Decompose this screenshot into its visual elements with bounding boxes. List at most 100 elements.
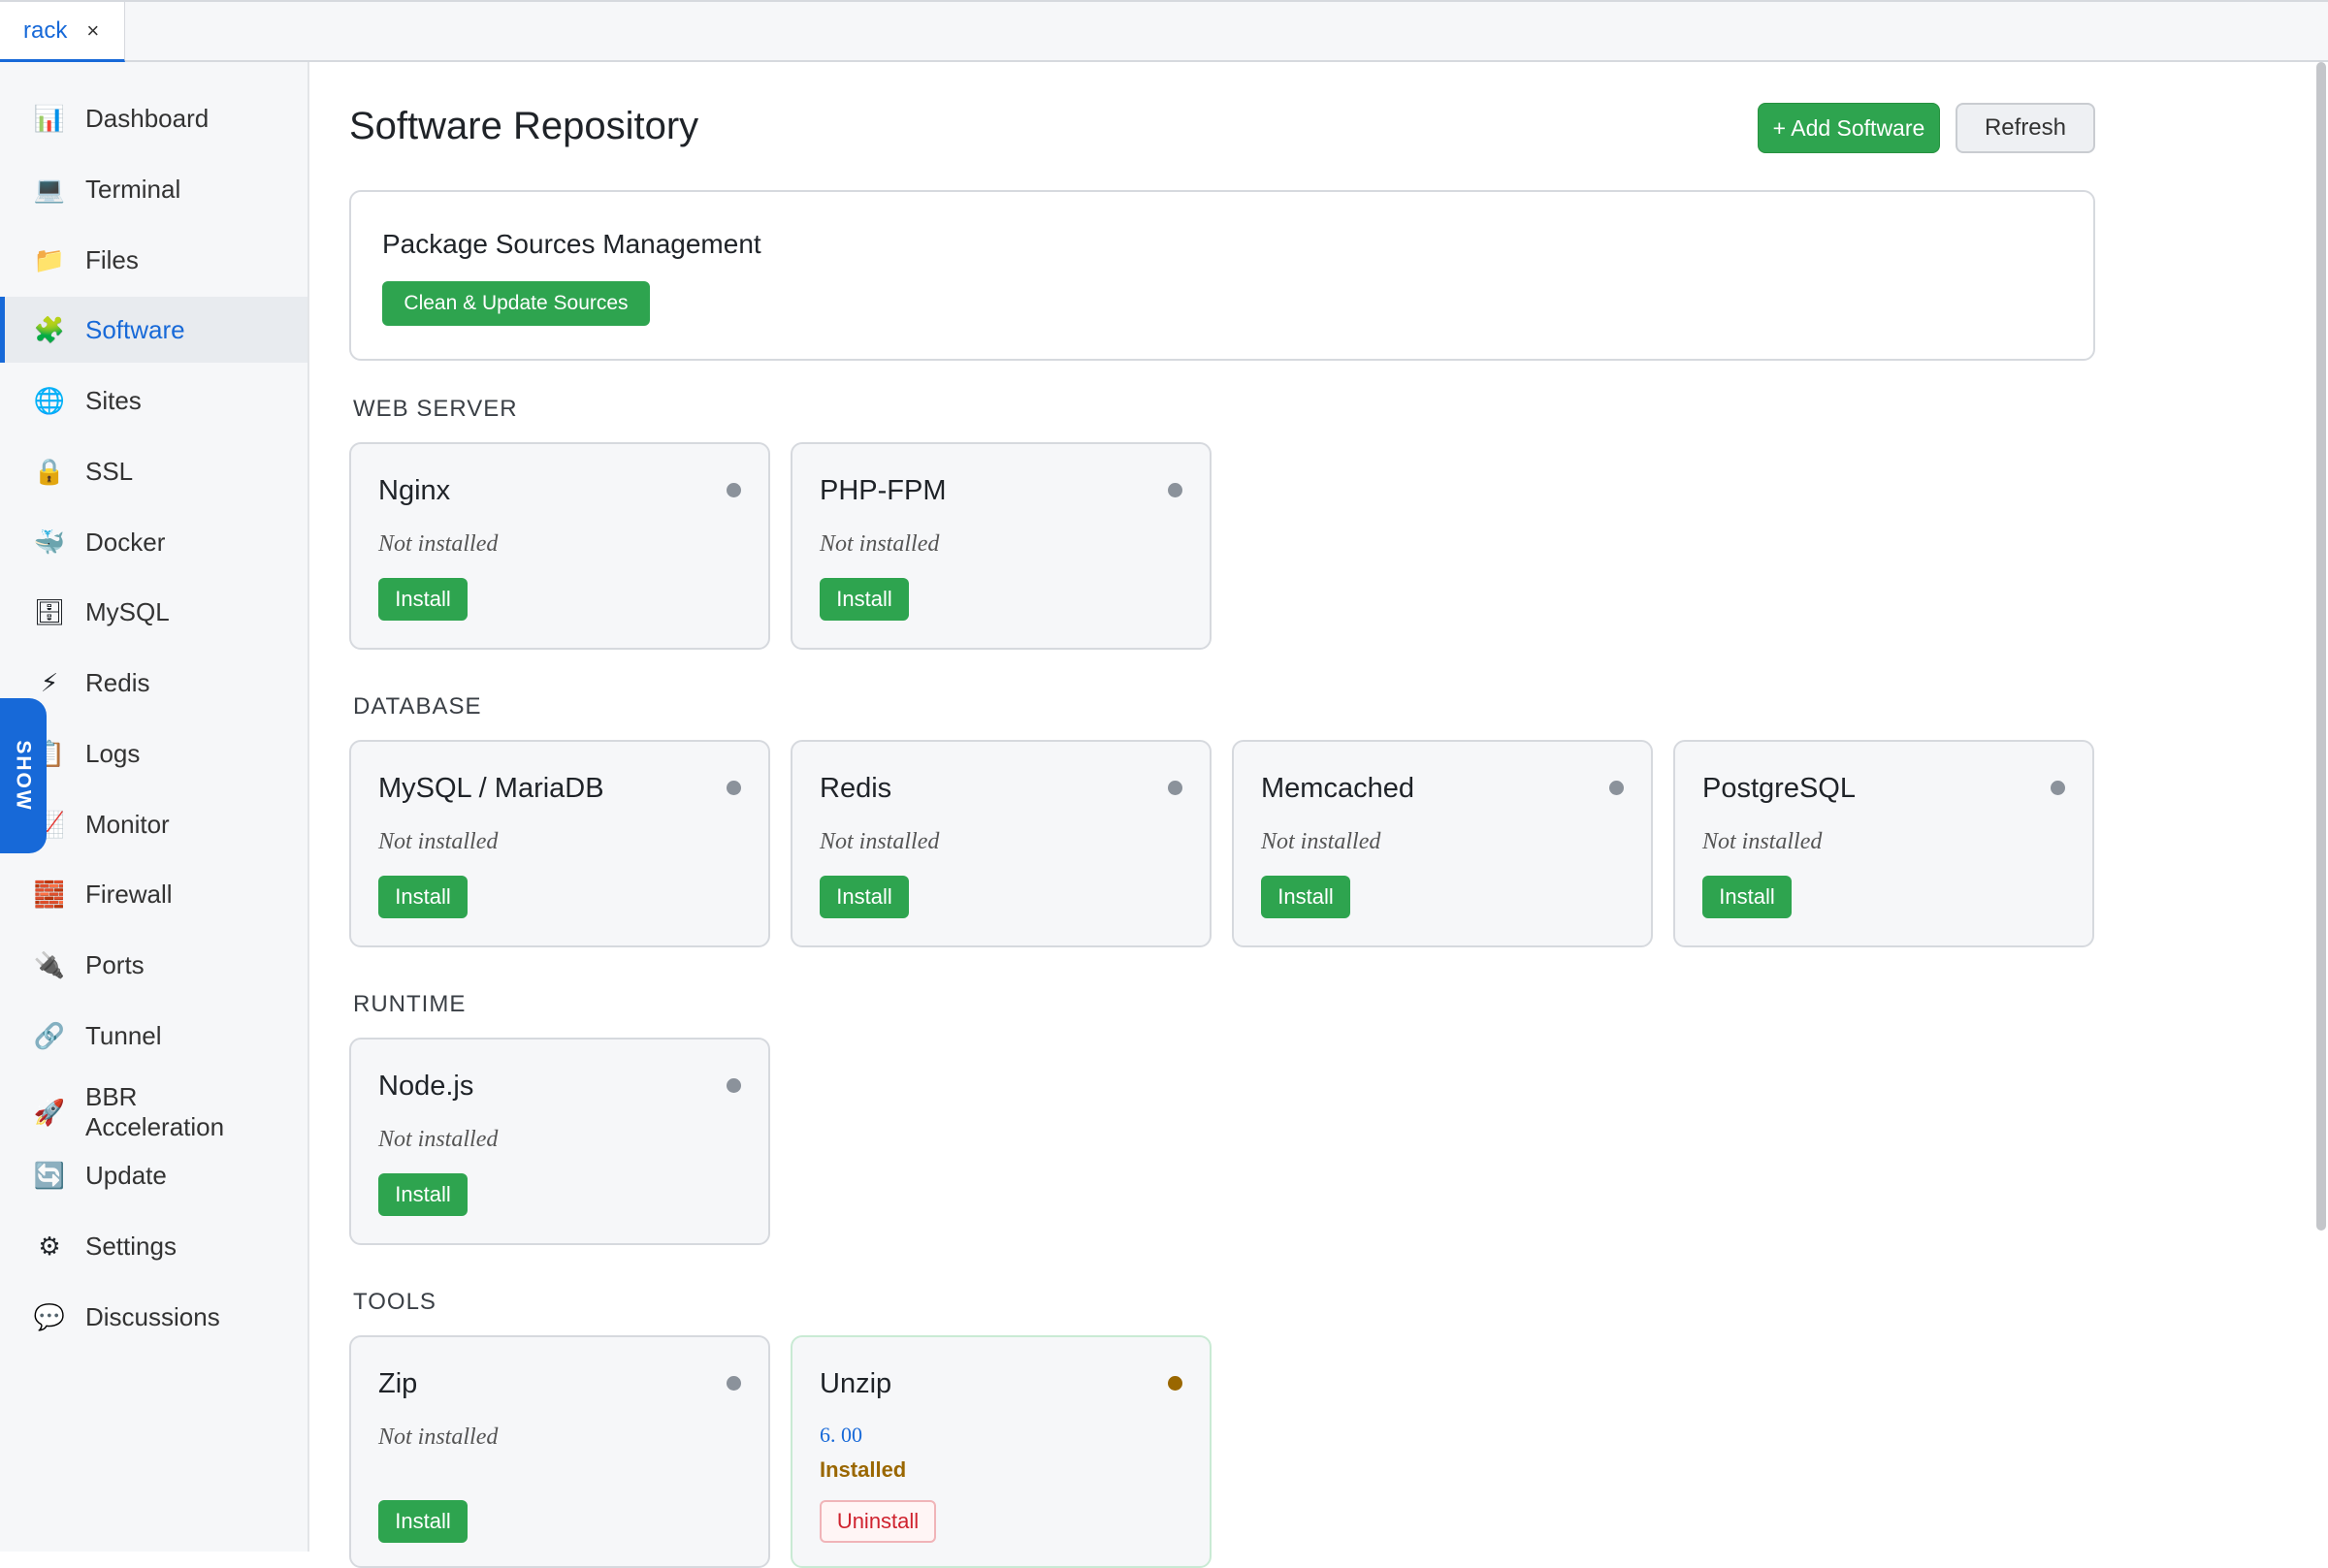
software-card-nodejs: Node.js Not installed Install (349, 1038, 770, 1245)
status-dot (727, 1376, 741, 1391)
status-dot (727, 483, 741, 497)
software-name: Zip (378, 1368, 418, 1399)
show-label: SHOW (13, 740, 36, 812)
sidebar-item-label: Files (85, 244, 139, 274)
tab-bar: rack × (0, 0, 2328, 62)
tab-label: rack (23, 16, 68, 44)
software-card-zip: Zip Not installed Install (349, 1335, 770, 1568)
sidebar-item-label: Logs (85, 738, 141, 768)
main-content: Software Repository + Add Software Refre… (310, 62, 2312, 1568)
sidebar-item-label: Update (85, 1160, 167, 1190)
software-card-unzip: Unzip 6. 00 Installed Uninstall (791, 1335, 1212, 1568)
package-sources-card: Package Sources Management Clean & Updat… (349, 190, 2095, 361)
software-card-memcached: Memcached Not installed Install (1232, 740, 1653, 947)
sidebar-item-mysql[interactable]: 🗄 MySQL (0, 579, 307, 645)
page-title: Software Repository (349, 105, 699, 147)
section-title-web-server: WEB SERVER (353, 396, 518, 422)
software-card-php-fpm: PHP-FPM Not installed Install (791, 442, 1212, 650)
lightning-icon: ⚡ (40, 667, 59, 697)
clean-update-sources-button[interactable]: Clean & Update Sources (382, 281, 650, 326)
install-status: Not installed (820, 829, 940, 854)
sidebar-item-label: Terminal (85, 174, 181, 204)
sidebar-item-discussions[interactable]: 💬 Discussions (0, 1284, 307, 1350)
scrollbar-thumb[interactable] (2316, 62, 2326, 1231)
sidebar-item-sites[interactable]: 🌐 Sites (0, 368, 307, 433)
sidebar-item-settings[interactable]: ⚙ Settings (0, 1213, 307, 1279)
tab-rack[interactable]: rack × (0, 2, 125, 62)
sidebar-item-label: MySQL (85, 596, 170, 626)
sidebar-item-files[interactable]: 📁 Files (0, 227, 307, 293)
computer-icon: 💻 (33, 174, 66, 204)
sidebar-item-label: Dashboard (85, 103, 210, 133)
sidebar-item-label: Settings (85, 1231, 177, 1261)
bar-chart-icon: 📊 (33, 103, 66, 133)
folder-icon: 📁 (33, 244, 66, 274)
sidebar-item-tunnel[interactable]: 🔗 Tunnel (0, 1003, 307, 1069)
sidebar-item-software[interactable]: 🧩 Software (0, 297, 307, 363)
sidebar-item-ports[interactable]: 🔌 Ports (0, 932, 307, 998)
install-button[interactable]: Install (820, 578, 909, 621)
software-name: Memcached (1261, 773, 1414, 804)
install-button[interactable]: Install (378, 578, 468, 621)
install-status: Not installed (378, 1424, 499, 1450)
sidebar-item-label: Firewall (85, 879, 173, 909)
sources-title: Package Sources Management (382, 229, 761, 259)
refresh-button[interactable]: Refresh (1956, 103, 2095, 153)
add-software-button[interactable]: + Add Software (1758, 103, 1940, 153)
version-text: 6. 00 (820, 1423, 862, 1447)
install-status: Not installed (820, 531, 940, 557)
status-dot (2051, 781, 2065, 795)
install-status: Not installed (1702, 829, 1823, 854)
sidebar-item-ssl[interactable]: 🔒 SSL (0, 438, 307, 504)
software-name: MySQL / MariaDB (378, 773, 604, 804)
software-name: PHP-FPM (820, 475, 947, 506)
status-dot (1168, 781, 1182, 795)
software-name: Unzip (820, 1368, 892, 1399)
sidebar-item-redis[interactable]: ⚡ Redis (0, 650, 307, 716)
sidebar-item-label: Monitor (85, 809, 170, 839)
status-dot (1168, 483, 1182, 497)
status-dot (1168, 1376, 1182, 1391)
install-button[interactable]: Install (1261, 876, 1350, 918)
globe-icon: 🌐 (33, 385, 66, 415)
software-card-postgresql: PostgreSQL Not installed Install (1673, 740, 2094, 947)
sidebar-item-label: Discussions (85, 1301, 220, 1331)
sidebar-item-docker[interactable]: 🐳 Docker (0, 509, 307, 575)
software-name: Redis (820, 773, 892, 804)
section-title-database: DATABASE (353, 693, 482, 720)
brick-icon: 🧱 (33, 879, 66, 909)
sidebar-item-label: Sites (85, 385, 142, 415)
install-button[interactable]: Install (820, 876, 909, 918)
sidebar-item-label: SSL (85, 456, 134, 486)
plug-icon: 🔌 (33, 949, 66, 979)
status-dot (1609, 781, 1624, 795)
sidebar-item-label: BBR Acceleration (85, 1082, 225, 1141)
close-icon[interactable]: × (86, 18, 99, 44)
sidebar-item-firewall[interactable]: 🧱 Firewall (0, 861, 307, 927)
lock-icon: 🔒 (33, 456, 66, 486)
sidebar-item-label: Docker (85, 527, 166, 557)
puzzle-icon: 🧩 (33, 314, 66, 344)
status-dot (727, 1078, 741, 1093)
install-button[interactable]: Install (378, 1500, 468, 1543)
software-card-redis: Redis Not installed Install (791, 740, 1212, 947)
gear-icon: ⚙ (38, 1231, 61, 1261)
sidebar-item-label: Software (85, 314, 185, 344)
install-button[interactable]: Install (378, 1173, 468, 1216)
sidebar-item-dashboard[interactable]: 📊 Dashboard (0, 85, 307, 151)
software-card-nginx: Nginx Not installed Install (349, 442, 770, 650)
install-status: Not installed (378, 1127, 499, 1152)
show-sidebar-toggle[interactable]: SHOW (0, 698, 47, 853)
uninstall-button[interactable]: Uninstall (820, 1500, 936, 1543)
speech-bubble-icon: 💬 (33, 1301, 66, 1331)
link-icon: 🔗 (33, 1020, 66, 1050)
install-button[interactable]: Install (1702, 876, 1792, 918)
software-card-mysql: MySQL / MariaDB Not installed Install (349, 740, 770, 947)
sidebar-item-terminal[interactable]: 💻 Terminal (0, 156, 307, 222)
section-title-runtime: RUNTIME (353, 991, 467, 1017)
install-status: Not installed (378, 531, 499, 557)
rocket-icon: 🚀 (33, 1097, 66, 1127)
install-button[interactable]: Install (378, 876, 468, 918)
whale-icon: 🐳 (33, 527, 66, 557)
sidebar-item-update[interactable]: 🔄 Update (0, 1142, 307, 1208)
